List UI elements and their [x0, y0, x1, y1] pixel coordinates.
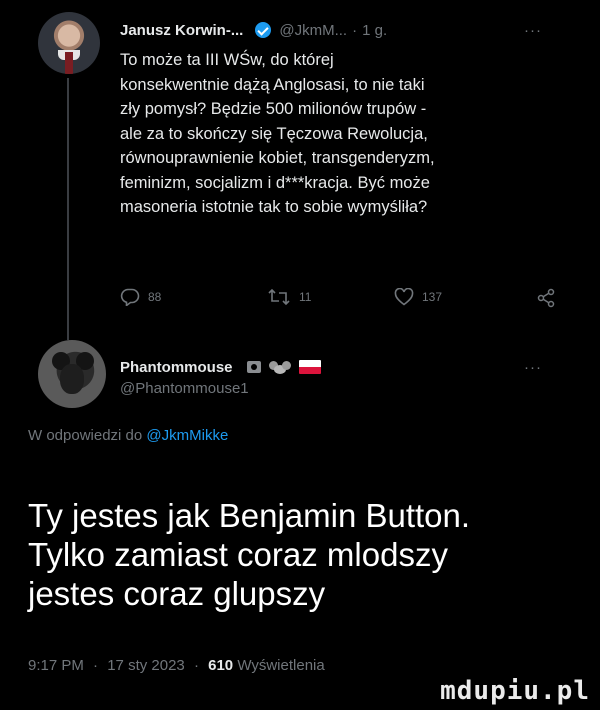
camera-emoji-icon [246, 361, 261, 373]
reply-author-handle[interactable]: @Phantommouse1 [120, 380, 249, 397]
reply-date[interactable]: 17 sty 2023 [107, 657, 185, 674]
avatar-face [60, 364, 84, 394]
tweet-actions: 88 11 137 [112, 288, 562, 312]
reply-text-line: Ty jestes jak Benjamin Button. [28, 497, 471, 534]
views-label: Wyświetlenia [237, 657, 325, 674]
tweet-header: Janusz Korwin-... @JkmM... · 1 g. ··· [120, 18, 560, 42]
reply-author-name[interactable]: Phantommouse [120, 359, 233, 376]
thread-line [67, 78, 69, 340]
reply-more-options-icon[interactable]: ··· [524, 359, 542, 376]
heart-icon [394, 288, 414, 306]
tweet-text-line: feminizm, socjalizm i d***kracja. Być mo… [120, 173, 430, 192]
watermark: mdupiu.pl [440, 676, 590, 706]
share-button[interactable] [536, 288, 556, 308]
tweet-age[interactable]: 1 g. [362, 22, 387, 39]
reply-button[interactable]: 88 [120, 288, 161, 306]
retweet-button[interactable]: 11 [267, 288, 311, 306]
share-icon [537, 288, 555, 308]
replying-to-mention[interactable]: @JkmMikke [146, 427, 228, 444]
meta-separator: · [93, 657, 99, 674]
replying-to: W odpowiedzi do @JkmMikke [28, 427, 228, 444]
author-name[interactable]: Janusz Korwin-... [120, 22, 243, 39]
like-button[interactable]: 137 [394, 288, 442, 306]
verified-badge-icon [255, 22, 272, 38]
reply-text: Ty jestes jak Benjamin Button. Tylko zam… [28, 496, 568, 613]
reply-meta: 9:17 PM · 17 sty 2023 · 610 Wyświetlenia [28, 657, 325, 674]
tweet-text-line: To może ta III WŚw, do której [120, 51, 334, 69]
author-handle[interactable]: @JkmM... [279, 22, 347, 39]
mouse-emoji-icon [268, 360, 291, 374]
reply-count: 88 [148, 290, 162, 304]
screenshot-frame: Janusz Korwin-... @JkmM... · 1 g. ··· To… [0, 0, 600, 710]
tweet-text-line: równouprawnienie kobiet, transgenderyzm, [120, 149, 435, 167]
replying-to-prefix: W odpowiedzi do [28, 427, 143, 444]
reply-text-line: jestes coraz glupszy [28, 575, 326, 612]
retweet-count: 11 [299, 290, 312, 304]
meta-separator: · [193, 657, 199, 674]
tweet-text-line: masoneria istotnie tak to sobie wymyślił… [120, 198, 428, 216]
retweet-icon [268, 288, 290, 306]
reply-header: Phantommouse ··· [120, 356, 560, 378]
header-separator: · [352, 21, 358, 39]
tweet-text: To może ta III WŚw, do której konsekwent… [120, 48, 570, 220]
tweet-text-line: ale za to skończy się Tęczowa Rewolucja, [120, 124, 428, 143]
reply-icon [120, 288, 140, 306]
poland-flag-icon [298, 360, 321, 374]
author-avatar[interactable] [38, 12, 100, 74]
reply-time[interactable]: 9:17 PM [28, 657, 84, 674]
tweet-text-line: konsekwentnie dążą Anglosasi, to nie tak… [120, 75, 425, 94]
reply-text-line: Tylko zamiast coraz mlodszy [28, 536, 448, 573]
reply-author-avatar[interactable] [38, 340, 106, 408]
more-options-icon[interactable]: ··· [524, 22, 542, 39]
avatar-tie [65, 52, 73, 74]
views-count: 610 [208, 657, 234, 674]
tweet-text-line: zły pomysł? Będzie 500 milionów trupów - [120, 100, 427, 118]
like-count: 137 [422, 290, 443, 304]
